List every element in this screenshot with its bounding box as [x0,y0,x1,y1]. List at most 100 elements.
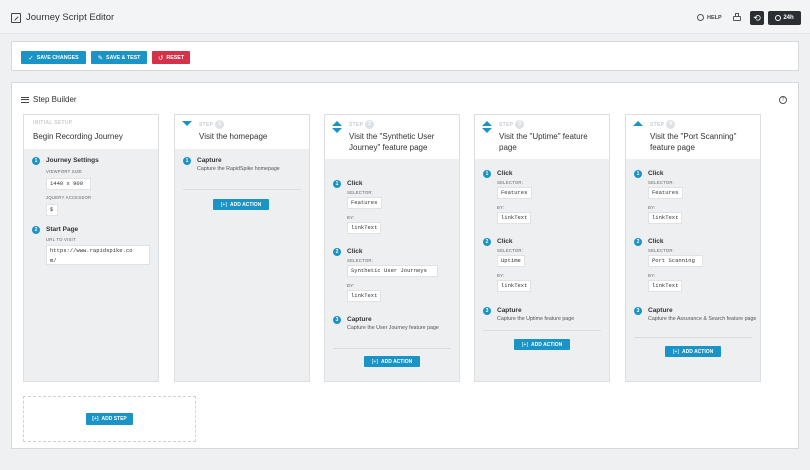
reorder-controls [182,121,192,126]
step-builder-title: Step Builder [33,95,77,104]
action-description: Capture the RapidSpike homepage [197,166,280,172]
initial-setup-card: INITIAL SETUP Begin Recording Journey 1 … [23,114,159,382]
add-action-button[interactable]: [+] ADD ACTION [514,339,570,350]
by-label: BY: [347,283,355,288]
initial-setup-label: INITIAL SETUP [33,120,73,126]
by-value[interactable]: linkText [497,280,531,292]
card-header: STEP 4 Visit the "Port Scanning" feature p… [626,115,760,159]
step-number: 3 [515,120,525,129]
action-title: Click [497,170,513,177]
selector-label: SELECTOR: [347,190,374,195]
step-title: Visit the "Port Scanning" feature page [650,132,737,152]
selector-value[interactable]: Port Scanning [648,255,703,267]
step-label: STEP 4 [650,120,676,129]
jquery-accessor-input[interactable]: $ [46,204,58,216]
selector-value[interactable]: Features [347,197,382,209]
selector-label: SELECTOR: [497,180,524,185]
selector-value[interactable]: Synthetic User Journeys [347,265,438,277]
divider [333,348,451,349]
by-label: BY: [497,273,505,278]
step-label: STEP 3 [499,120,525,129]
step-number: 4 [666,120,676,129]
by-value[interactable]: linkText [347,290,381,302]
save-changes-button[interactable]: ✓ SAVE CHANGES [21,51,86,64]
step-title: Visit the "Synthetic User Journey" featur… [349,132,435,152]
time-range-label: 24h [783,15,794,21]
add-action-label: ADD ACTION [531,341,563,348]
action-title: Capture [347,316,372,323]
step-builder-panel: Step Builder ? INITIAL SETUP Begin Recor… [11,82,799,449]
app-title-text: Journey Script Editor [26,12,115,23]
save-and-test-button[interactable]: ✎ SAVE & TEST [91,51,147,64]
list-icon [21,96,29,103]
add-step-button[interactable]: [+] ADD STEP [86,413,133,425]
move-up-icon[interactable] [482,121,492,126]
card-header: STEP 2 Visit the "Synthetic User Journey" … [325,115,459,159]
globe-icon [697,14,704,21]
refresh-button[interactable]: ⟲ [750,11,764,25]
action-description: Capture the Uptime feature page [497,316,575,322]
time-range-button[interactable]: 24h [768,11,801,25]
url-to-visit-label: URL TO VISIT [46,237,76,242]
move-down-icon[interactable] [182,121,192,126]
by-value[interactable]: linkText [347,222,381,234]
url-to-visit-input[interactable]: https://www.rapidspike.co m/ [46,245,150,265]
save-changes-label: SAVE CHANGES [36,54,79,61]
printer-icon [733,16,741,21]
step-card-2: STEP 2 Visit the "Synthetic User Journey" … [324,114,460,382]
action-title: Capture [648,307,673,314]
move-up-icon[interactable] [332,121,342,126]
plus-icon: [+] [521,341,529,348]
divider [183,189,301,190]
clock-icon [775,15,782,21]
viewport-size-label: VIEWPORT SIZE [46,169,83,174]
by-label: BY: [648,273,656,278]
selector-value[interactable]: Features [648,187,683,199]
step-card-4: STEP 4 Visit the "Port Scanning" feature p… [625,114,761,382]
action-description: Capture the User Journey feature page [347,325,439,331]
action-title: Capture [197,157,222,164]
step-number: 2 [365,120,375,129]
by-value[interactable]: linkText [648,212,682,224]
top-bar: Journey Script Editor HELP ⟲ 24h [0,0,810,34]
action-index: 1 [333,180,341,188]
add-action-button[interactable]: [+] ADD ACTION [364,356,420,367]
plus-icon: [+] [220,201,228,208]
selector-value[interactable]: Features [497,187,532,199]
move-down-icon[interactable] [482,128,492,133]
action-title: Click [347,180,363,187]
by-value[interactable]: linkText [497,212,531,224]
add-action-button[interactable]: [+] ADD ACTION [665,346,721,357]
by-label: BY: [648,205,656,210]
action-title: Capture [497,307,522,314]
action-title: Click [648,170,664,177]
help-button[interactable]: HELP [697,14,722,21]
by-value[interactable]: linkText [648,280,682,292]
step-bullet: 1 [32,157,40,165]
card-header: STEP 1 Visit the homepage [175,115,309,149]
move-down-icon[interactable] [332,128,342,133]
divider [634,337,752,338]
selector-value[interactable]: Uptime [497,255,525,267]
help-question-icon[interactable]: ? [779,96,787,104]
step-title: Visit the homepage [199,132,268,141]
reorder-controls [633,121,643,128]
action-title: Click [497,238,513,245]
pencil-icon: ✎ [97,54,104,62]
viewport-size-input[interactable]: 1440 x 900 [46,178,91,190]
reorder-controls [482,121,492,133]
check-icon: ✓ [28,54,34,62]
journey-settings-title: Journey Settings [46,157,99,164]
action-description: Capture the Assurance & Search feature p… [648,316,757,322]
step-bullet: 2 [32,226,40,234]
action-index: 3 [634,307,642,315]
add-action-button[interactable]: [+] ADD ACTION [213,199,269,210]
action-index: 1 [634,170,642,178]
reset-button[interactable]: ↺ RESET [152,51,190,64]
print-button[interactable] [732,13,742,22]
divider [483,330,601,331]
action-title: Click [648,238,664,245]
move-up-icon[interactable] [633,121,643,126]
selector-label: SELECTOR: [497,248,524,253]
selector-label: SELECTOR: [648,248,675,253]
